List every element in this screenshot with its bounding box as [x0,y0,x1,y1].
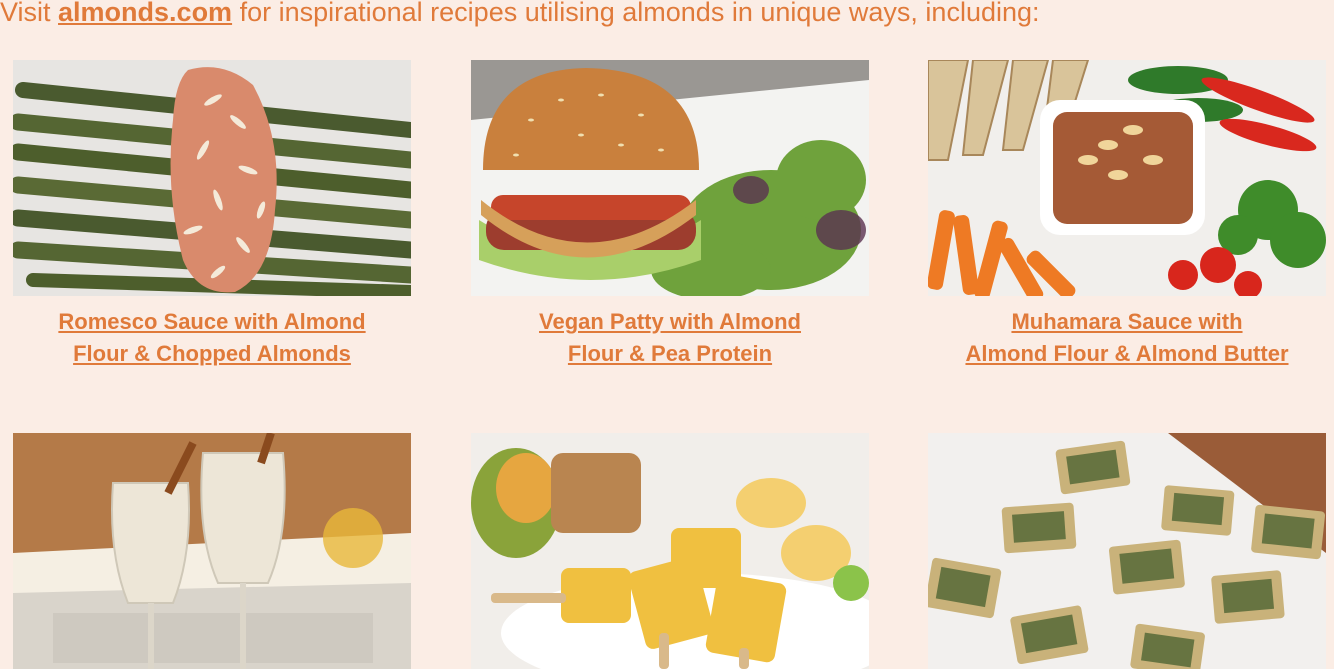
vegan-patty-caption[interactable]: Vegan Patty with Almond Flour & Pea Prot… [460,306,880,370]
muhamara-link-line1[interactable]: Muhamara Sauce with [1011,309,1242,334]
romesco-link-line2[interactable]: Flour & Chopped Almonds [73,341,351,366]
seed-bars-photo[interactable] [928,433,1326,669]
muhamara-link-line2[interactable]: Almond Flour & Almond Butter [965,341,1288,366]
vegan-patty-link-line2[interactable]: Flour & Pea Protein [568,341,772,366]
drink-photo[interactable] [13,433,411,669]
vegan-patty-link-line1[interactable]: Vegan Patty with Almond [539,309,801,334]
intro-text: Visit almonds.com for inspirational reci… [0,0,1334,30]
romesco-photo[interactable] [13,60,411,296]
intro-prefix: Visit [0,0,59,27]
romesco-caption[interactable]: Romesco Sauce with Almond Flour & Choppe… [2,306,422,370]
popsicles-photo[interactable] [471,433,869,669]
intro-suffix: for inspirational recipes utilising almo… [232,0,1040,27]
muhamara-photo[interactable] [928,60,1326,296]
muhamara-caption[interactable]: Muhamara Sauce with Almond Flour & Almon… [917,306,1334,370]
romesco-link-line1[interactable]: Romesco Sauce with Almond [58,309,365,334]
vegan-patty-photo[interactable] [471,60,869,296]
almonds-link[interactable]: almonds.com [58,0,232,27]
